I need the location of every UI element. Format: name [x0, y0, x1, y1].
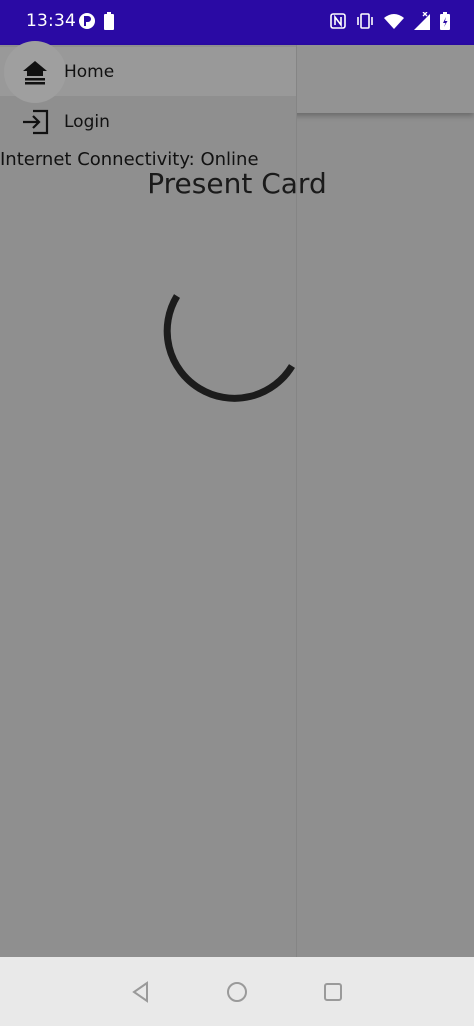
status-time: 13:34	[26, 11, 76, 31]
home-circle-icon	[227, 982, 247, 1002]
home-button[interactable]	[224, 979, 250, 1005]
page-title: Present Card	[147, 167, 327, 200]
drawer-item-label: Home	[64, 61, 115, 82]
status-bar: 13:34	[0, 0, 474, 45]
page-content: Home Login Internet Connectivity: Online…	[0, 41, 474, 957]
cellular-signal-icon	[414, 12, 430, 30]
nfc-icon	[330, 13, 346, 29]
progress-spinner	[162, 291, 302, 435]
battery-icon	[440, 12, 450, 30]
drawer-item-label: Login	[64, 111, 110, 132]
drawer-item-home[interactable]: Home	[0, 41, 296, 103]
login-icon	[4, 91, 66, 153]
back-icon	[132, 981, 148, 1003]
system-navigation-bar	[0, 957, 474, 1026]
recents-button[interactable]	[320, 979, 346, 1005]
wifi-icon	[384, 13, 404, 29]
app-screen: 13:34 Home Login Internet Connectivity: …	[0, 0, 474, 1026]
app-notification-icon	[78, 12, 96, 30]
recents-icon	[324, 983, 342, 1001]
battery-saver-icon	[104, 12, 114, 30]
back-button[interactable]	[128, 979, 154, 1005]
drawer-item-login[interactable]: Login	[0, 97, 296, 146]
vibrate-icon	[356, 13, 374, 29]
